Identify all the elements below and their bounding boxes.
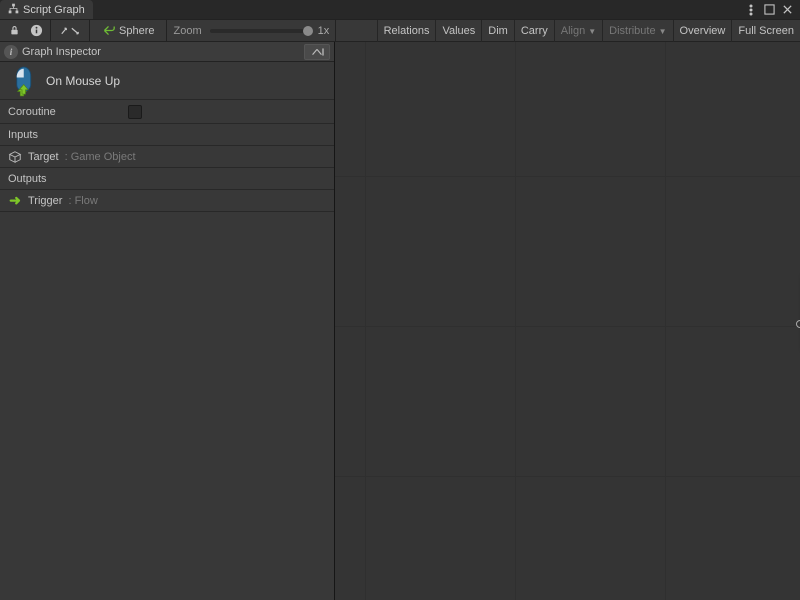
graph-canvas[interactable]: On Mouse Up Event Target This Trigg — [335, 42, 800, 600]
lock-icon — [9, 25, 20, 36]
return-arrow-icon — [102, 24, 115, 37]
zoom-value: 1x — [318, 25, 330, 37]
graph-inspector-panel: i Graph Inspector On Mouse Up — [0, 42, 335, 600]
tab-script-graph[interactable]: Script Graph — [0, 0, 93, 19]
port-type: Game Object — [71, 151, 136, 163]
object-label: Sphere — [119, 25, 154, 37]
input-port-target: Target : Game Object — [0, 146, 334, 168]
maximize-icon[interactable] — [762, 3, 776, 17]
graph-arrows-button[interactable] — [55, 22, 85, 40]
inspector-node-title: On Mouse Up — [46, 74, 120, 88]
values-button[interactable]: Values — [435, 20, 481, 42]
zoom-control: Zoom 1x — [167, 20, 336, 41]
flow-arrow-icon: ➜ — [8, 194, 22, 208]
input-port-ring[interactable] — [796, 320, 800, 328]
coroutine-row: Coroutine — [0, 100, 334, 124]
output-port-trigger: ➜ Trigger : Flow — [0, 190, 334, 212]
zoom-slider[interactable] — [210, 29, 310, 33]
collapse-icon — [309, 47, 325, 57]
inspector-header-label: Graph Inspector — [22, 46, 101, 58]
coroutine-checkbox[interactable] — [128, 105, 142, 119]
chevron-down-icon: ▼ — [659, 27, 667, 36]
info-icon: i — [4, 45, 18, 59]
toolbar: Sphere Zoom 1x Relations Values Dim Carr… — [0, 20, 800, 42]
collapse-panel-button[interactable] — [304, 44, 330, 60]
inspector-header: i Graph Inspector — [0, 42, 334, 62]
fullscreen-button[interactable]: Full Screen — [731, 20, 800, 42]
zoom-label: Zoom — [173, 25, 201, 37]
hierarchy-icon — [8, 3, 19, 17]
inputs-section-header: Inputs — [0, 124, 334, 146]
port-name: Target — [28, 151, 59, 163]
tab-label: Script Graph — [23, 4, 85, 16]
canvas-grid — [335, 42, 800, 600]
overview-button[interactable]: Overview — [673, 20, 732, 42]
close-icon[interactable] — [780, 3, 794, 17]
outputs-section-header: Outputs — [0, 168, 334, 190]
titlebar: Script Graph — [0, 0, 800, 20]
align-dropdown[interactable]: Align▼ — [554, 20, 602, 42]
dim-button[interactable]: Dim — [481, 20, 514, 42]
cube-icon — [8, 150, 22, 164]
info-icon — [30, 24, 43, 37]
chevron-down-icon: ▼ — [588, 27, 596, 36]
object-breadcrumb[interactable]: Sphere — [94, 21, 162, 41]
lock-button[interactable] — [4, 22, 24, 40]
coroutine-label: Coroutine — [8, 106, 128, 118]
carry-button[interactable]: Carry — [514, 20, 554, 42]
arrows-icon — [59, 25, 81, 37]
distribute-dropdown[interactable]: Distribute▼ — [602, 20, 672, 42]
port-name: Trigger — [28, 195, 62, 207]
mouse-event-icon — [8, 67, 36, 95]
kebab-icon[interactable] — [744, 3, 758, 17]
inspector-node-title-row: On Mouse Up — [0, 62, 334, 100]
port-type: Flow — [75, 195, 98, 207]
relations-button[interactable]: Relations — [377, 20, 436, 42]
info-button[interactable] — [26, 22, 46, 40]
zoom-slider-knob[interactable] — [303, 26, 313, 36]
